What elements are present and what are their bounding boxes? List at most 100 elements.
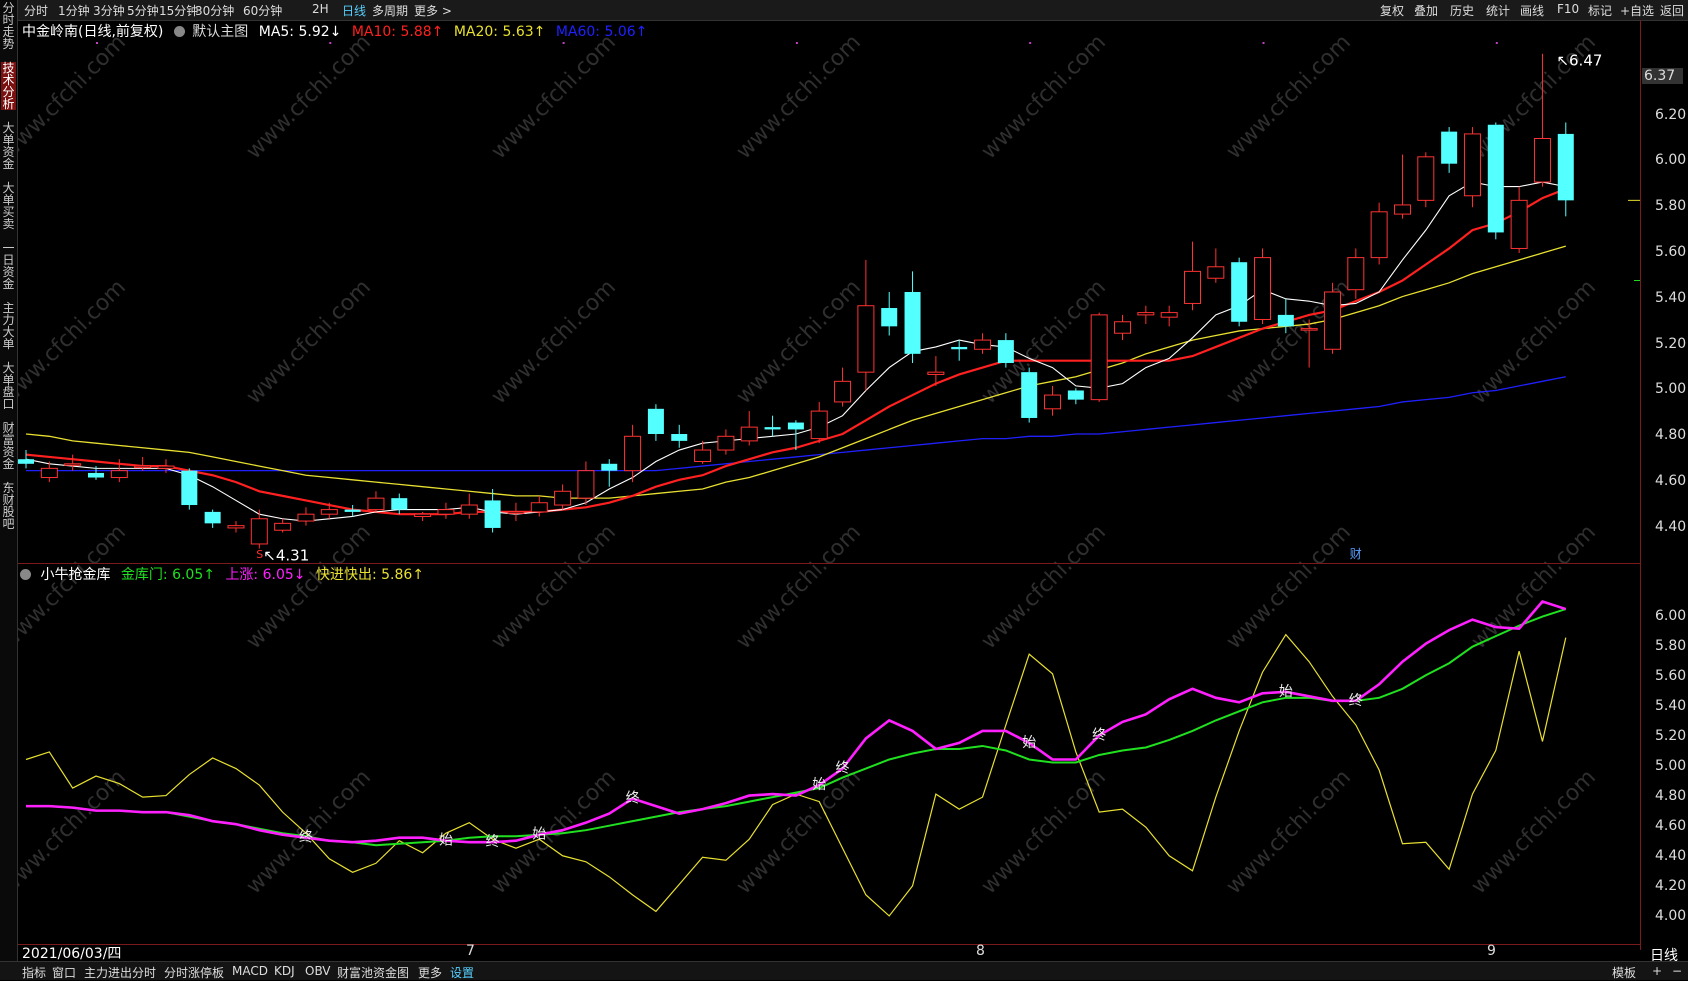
chart-canvas[interactable]: ↖6.47↖4.31S 财终始终始终始终始 终始终: [0, 0, 1688, 979]
bottom-tab-4[interactable]: MACD: [232, 964, 268, 978]
signal-label: 始: [812, 777, 826, 793]
candle-body-up: [1114, 321, 1132, 334]
signal-label: 终: [486, 834, 500, 850]
indicator-tick: 4.40: [1655, 848, 1687, 865]
price-tick: 5.80: [1655, 198, 1687, 215]
bottom-tab-0[interactable]: 指标: [22, 964, 46, 981]
indicator-tick: 5.20: [1655, 727, 1687, 744]
price-tick: 5.00: [1655, 381, 1687, 398]
candle-body-down: [18, 459, 34, 464]
candle-body-up: [1393, 204, 1411, 215]
top-marker-dot: [1029, 42, 1032, 44]
candle-body-up: [1184, 270, 1201, 304]
candle-body-down: [1441, 131, 1458, 164]
bottom-right-0[interactable]: 模板: [1612, 964, 1636, 981]
price-tick: 4.40: [1655, 518, 1687, 535]
indicator-tick: 5.40: [1655, 697, 1687, 714]
candle-body-up: [1160, 312, 1178, 318]
candle-body-down: [951, 346, 968, 350]
candle-body-down: [647, 408, 664, 435]
candle-body-up: [1137, 312, 1155, 316]
candle-body-up: [1417, 156, 1435, 201]
candle-body-up: [1463, 133, 1481, 197]
candle-body-up: [227, 525, 245, 529]
candle-body-up: [624, 435, 642, 472]
candle-body-up: [1207, 266, 1225, 279]
candle-body-down: [1021, 372, 1038, 418]
top-marker-dot: [795, 42, 798, 44]
candle-body-down: [1231, 262, 1248, 322]
price-tick: 5.20: [1655, 335, 1687, 352]
indicator-tick: 6.00: [1655, 607, 1687, 624]
candle-body-up: [717, 435, 735, 451]
candle-body-up: [834, 380, 852, 403]
candle-body-up: [694, 449, 712, 462]
candle-body-down: [391, 498, 408, 510]
candle-body-down: [204, 511, 221, 524]
ma20-line: [25, 245, 1566, 499]
bottom-tab-6[interactable]: OBV: [305, 964, 331, 978]
candle-body-up: [1300, 328, 1318, 331]
bottom-tabbar: 指标 窗口 主力进出分时 分时涨停板 MACD KDJ OBV 财富池资金图 更多 设置 模板 + −: [0, 961, 1688, 980]
signal-label: 终: [299, 830, 313, 846]
finance-marker: 财: [1350, 547, 1362, 561]
bottom-tab-2[interactable]: 主力进出分时: [84, 964, 156, 981]
candle-body-up: [577, 470, 595, 499]
candle-body-up: [554, 490, 572, 506]
bottom-right-2[interactable]: −: [1672, 964, 1682, 978]
candle-body-down: [181, 470, 198, 506]
date-label-7: 7: [466, 943, 475, 959]
high-price-label: ↖6.47: [1556, 52, 1602, 70]
date-start: 2021/06/03/四: [22, 946, 122, 962]
bottom-tab-1[interactable]: 窗口: [52, 964, 76, 981]
signal-label: 终: [836, 761, 850, 777]
signal-label: 始: [439, 833, 453, 849]
indicator-tick: 4.20: [1655, 878, 1687, 895]
candle-body-down: [881, 308, 898, 327]
bottom-tab-9[interactable]: 设置: [450, 964, 474, 981]
signal-label: 终: [626, 791, 640, 807]
candle-body-down: [671, 434, 688, 441]
candle-body-up: [1533, 138, 1551, 183]
candle-body-down: [87, 472, 104, 478]
price-tick: 5.40: [1655, 289, 1687, 306]
indicator-line-1: [26, 600, 1567, 844]
candle-body-up: [437, 509, 455, 515]
bottom-right-1[interactable]: +: [1652, 964, 1662, 978]
candle-body-down: [344, 509, 361, 512]
candle-body-up: [250, 518, 268, 545]
candle-body-up: [1370, 211, 1388, 259]
bottom-tab-8[interactable]: 更多: [418, 964, 442, 981]
price-tick: 4.80: [1655, 427, 1687, 444]
bottom-tab-7[interactable]: 财富池资金图: [337, 964, 409, 981]
candle-body-down: [601, 463, 618, 471]
candle-body-up: [1044, 394, 1062, 410]
candle-body-up: [740, 426, 758, 442]
signal-label: 终: [1092, 727, 1106, 743]
top-marker-dot: [562, 42, 565, 44]
pane-separator: [18, 563, 1640, 564]
candle-body-up: [297, 513, 315, 522]
indicator-tick: 5.80: [1655, 637, 1687, 654]
bottom-tab-5[interactable]: KDJ: [274, 964, 295, 978]
bottom-tab-3[interactable]: 分时涨停板: [164, 964, 224, 981]
candle-body-up: [1090, 314, 1108, 401]
low-price-label: ↖4.31: [263, 547, 309, 565]
date-axis: 2021/06/03/四 7 8 9: [18, 943, 1640, 962]
indicator-line-0: [26, 608, 1567, 847]
date-label-9: 9: [1487, 943, 1496, 959]
signal-label: 始: [1279, 684, 1293, 700]
top-marker-dot: [95, 42, 98, 44]
indicator-tick: 4.00: [1655, 908, 1687, 925]
indicator-line-2: [25, 633, 1567, 917]
top-marker-dot: [1495, 42, 1498, 44]
candle-body-up: [460, 504, 478, 515]
candle-body-up: [157, 465, 175, 469]
indicator-tick: 4.80: [1655, 788, 1687, 805]
sell-marker: S: [256, 548, 263, 561]
candle-body-down: [1067, 390, 1084, 400]
candle-body-up: [134, 465, 152, 469]
candle-body-up: [1347, 257, 1365, 291]
candle-body-up: [974, 339, 992, 350]
candle-body-down: [1277, 314, 1294, 327]
